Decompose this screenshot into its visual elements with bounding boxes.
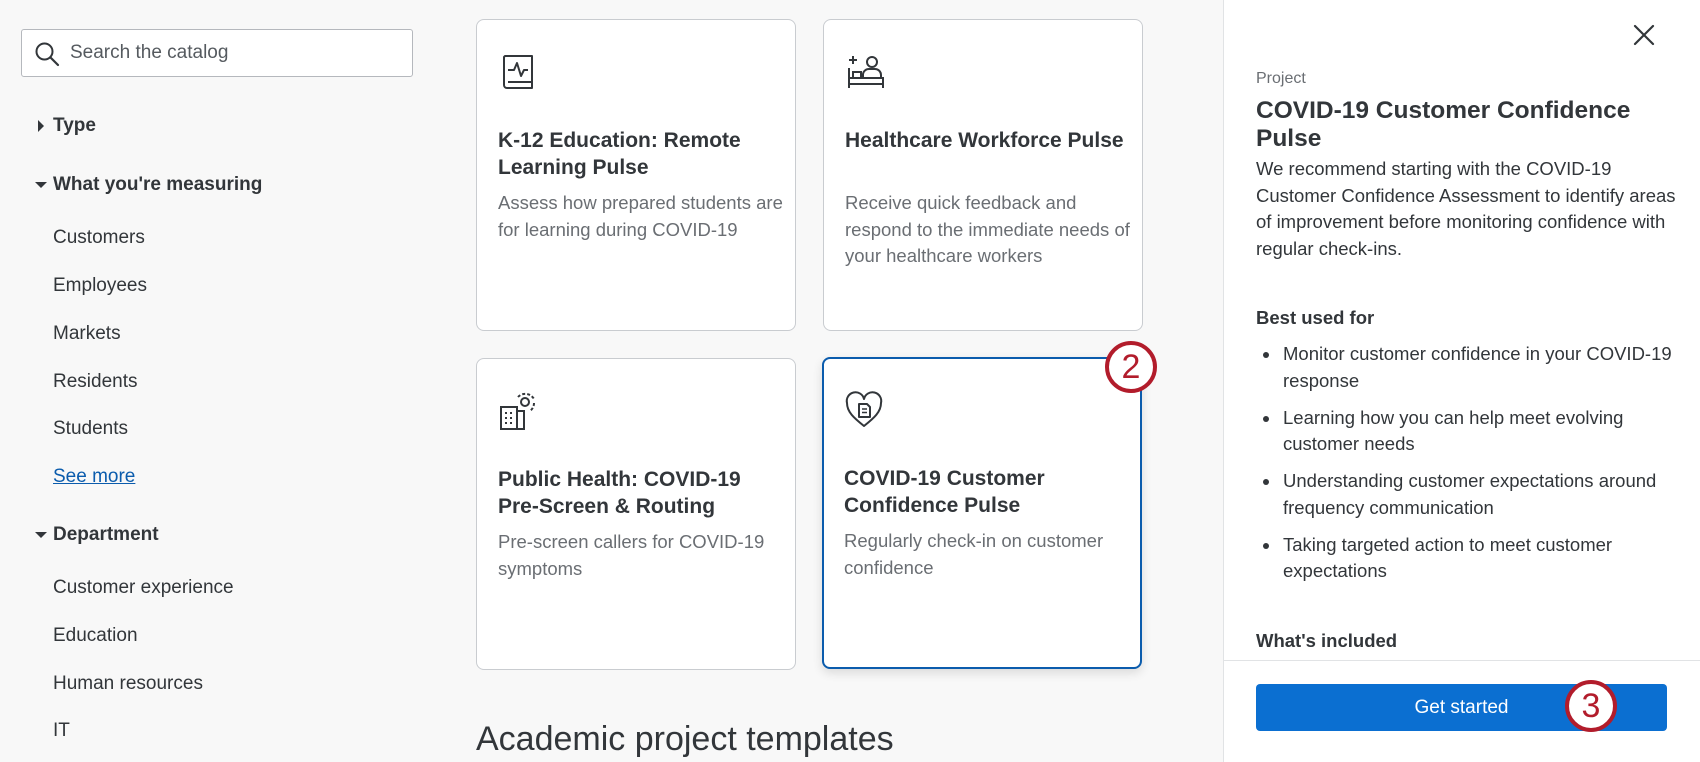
- panel-title: COVID-19 Customer Confidence Pulse: [1256, 97, 1631, 152]
- filter-item-markets[interactable]: Markets: [53, 323, 121, 345]
- best-used-heading: Best used for: [1256, 307, 1375, 328]
- filter-group-label: Department: [53, 524, 159, 545]
- card-title: COVID-19 Customer Confidence Pulse: [844, 467, 1045, 517]
- caret-down-icon: [32, 178, 50, 192]
- panel-kicker: Project: [1256, 70, 1306, 87]
- filter-item-customers[interactable]: Customers: [53, 227, 145, 249]
- filter-item-human-resources[interactable]: Human resources: [53, 673, 203, 695]
- see-more-link[interactable]: See more: [53, 466, 135, 488]
- search-box: [21, 29, 413, 77]
- template-card[interactable]: Public Health: COVID-19 Pre-Screen & Rou…: [476, 358, 796, 670]
- footer-divider: [1223, 660, 1700, 661]
- filter-sidebar: Type What you're measuring Customers Emp…: [0, 0, 430, 762]
- filter-item-education[interactable]: Education: [53, 625, 138, 647]
- caret-right-icon: [32, 119, 50, 133]
- monitor-book-icon: [503, 55, 533, 89]
- filter-group-measuring[interactable]: What you're measuring: [32, 174, 262, 196]
- hospital-bed-icon: [848, 56, 884, 88]
- card-description: Pre-screen callers for COVID-19 symptoms: [498, 531, 765, 579]
- card-description: Regularly check-in on customer confidenc…: [844, 530, 1104, 578]
- filter-item-employees[interactable]: Employees: [53, 275, 147, 297]
- list-item: Monitor customer confidence in your COVI…: [1256, 341, 1676, 394]
- filter-group-type[interactable]: Type: [32, 115, 96, 137]
- list-item: Understanding customer expectations arou…: [1256, 468, 1676, 521]
- heart-document-icon: [845, 391, 883, 427]
- filter-group-department[interactable]: Department: [32, 524, 159, 546]
- template-card[interactable]: Healthcare Workforce Pulse Receive quick…: [823, 19, 1143, 331]
- building-signal-icon: [500, 392, 535, 430]
- card-description: Receive quick feedback and respond to th…: [845, 192, 1130, 266]
- search-input[interactable]: [70, 38, 400, 68]
- list-item: Learning how you can help meet evolving …: [1256, 405, 1676, 458]
- panel-description: We recommend starting with the COVID-19 …: [1256, 158, 1676, 259]
- card-title: Public Health: COVID-19 Pre-Screen & Rou…: [498, 468, 741, 518]
- filter-group-label: What you're measuring: [53, 174, 263, 195]
- card-description: Assess how prepared students are for lea…: [498, 192, 783, 240]
- template-card[interactable]: K-12 Education: Remote Learning Pulse As…: [476, 19, 796, 331]
- step-number-badge: 3: [1565, 680, 1617, 732]
- filter-item-students[interactable]: Students: [53, 418, 128, 440]
- search-icon: [35, 42, 60, 67]
- caret-down-icon: [32, 528, 50, 542]
- card-title: Healthcare Workforce Pulse: [845, 129, 1124, 152]
- card-title: K-12 Education: Remote Learning Pulse: [498, 129, 741, 179]
- template-card-selected[interactable]: COVID-19 Customer Confidence Pulse Regul…: [822, 357, 1142, 669]
- close-icon[interactable]: [1630, 21, 1658, 49]
- list-item: Taking targeted action to meet customer …: [1256, 532, 1676, 585]
- filter-item-customer-experience[interactable]: Customer experience: [53, 577, 234, 599]
- filter-item-residents[interactable]: Residents: [53, 371, 138, 393]
- best-used-list: Monitor customer confidence in your COVI…: [1256, 341, 1676, 595]
- filter-group-label: Type: [53, 115, 96, 136]
- section-heading: Academic project templates: [476, 720, 894, 758]
- step-number-badge: 2: [1105, 341, 1157, 393]
- whats-included-heading: What's included: [1256, 630, 1398, 651]
- filter-item-it[interactable]: IT: [53, 720, 70, 742]
